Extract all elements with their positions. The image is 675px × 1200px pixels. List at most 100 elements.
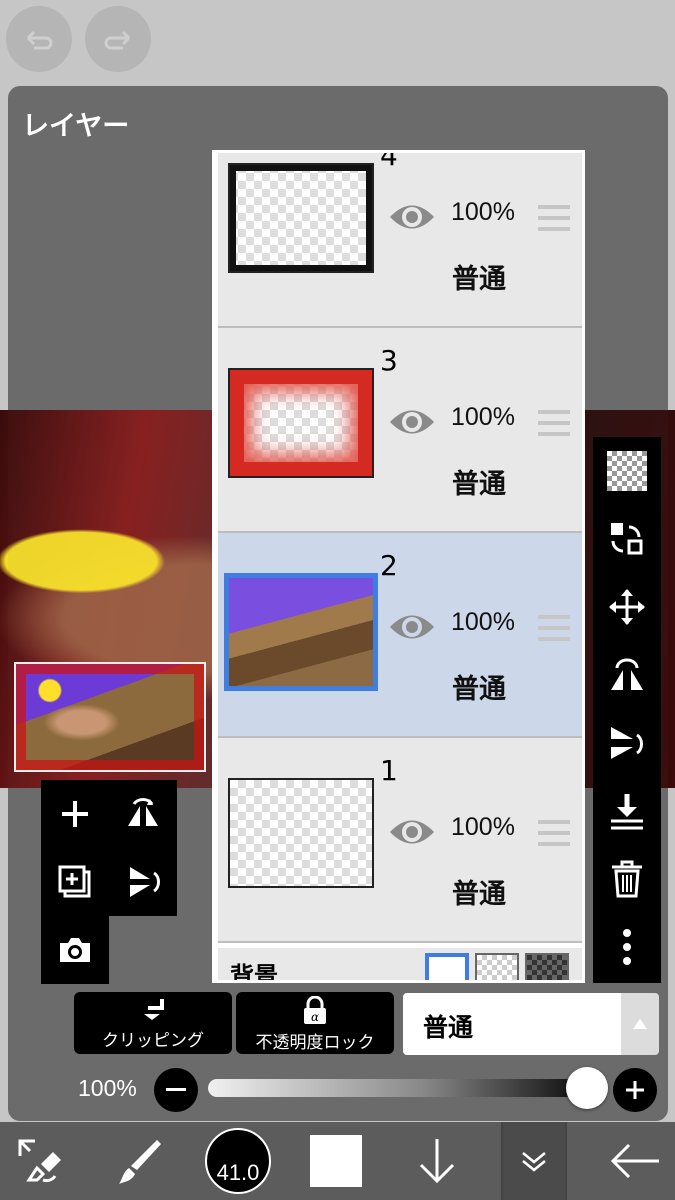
clipping-label: クリッピング [102,1031,204,1051]
swap-layer-button[interactable] [593,505,661,573]
duplicate-icon [58,865,91,898]
redo-button[interactable] [85,6,151,72]
layer-opacity-value: 100% [78,1075,137,1101]
undo-icon [26,30,53,50]
blend-mode-select[interactable]: 普通 [403,993,621,1055]
flip-vertical-button[interactable] [109,848,177,916]
eye-icon[interactable] [388,815,436,849]
layer-down-button[interactable] [398,1122,476,1200]
opacity-slider-thumb[interactable] [566,1067,608,1109]
add-layer-button[interactable] [41,780,109,848]
background-white-swatch[interactable] [425,953,469,980]
camera-button[interactable] [41,916,109,984]
blend-mode-value: 普通 [423,1013,474,1042]
more-vertical-icon [623,929,631,965]
tool-switch-button[interactable] [0,1122,80,1200]
opacity-slider-track[interactable] [208,1079,600,1097]
drag-handle-icon[interactable] [538,205,570,231]
layer-row[interactable]: 3 100% 普通 [218,328,582,533]
background-layer-row[interactable]: 背景 [218,948,582,983]
drag-handle-icon[interactable] [538,820,570,846]
delete-layer-button[interactable] [593,845,661,913]
flip-vertical-layer-button[interactable] [593,709,661,777]
layer-row-selected[interactable]: 2 100% 普通 [218,533,582,738]
lock-icon: α [304,996,326,1024]
flip-horizontal-icon [128,798,158,826]
flip-horizontal-icon [611,658,643,690]
layer-blend-mode: 普通 [452,674,506,705]
panel-title: レイヤー [22,111,130,142]
eye-icon[interactable] [388,405,436,439]
background-transparent-swatch[interactable] [475,953,519,980]
blend-mode-dropdown-button[interactable] [621,993,659,1055]
trash-icon [612,860,642,898]
brush-size-value: 41.0 [205,1128,271,1194]
layer-number: 4 [380,150,398,172]
drag-handle-icon[interactable] [538,410,570,436]
layer-row[interactable]: 4 100% 普通 [218,150,582,328]
layer-blend-mode: 普通 [452,469,506,500]
layer-row[interactable]: 1 100% 普通 [218,738,582,943]
layer-blend-mode: 普通 [452,879,506,910]
plus-icon [626,1081,644,1099]
back-button[interactable] [595,1122,675,1200]
clipping-button[interactable]: クリッピング [74,992,232,1054]
double-chevron-down-icon [522,1152,546,1172]
clipping-arrow-icon [144,999,164,1020]
plus-icon [62,801,88,827]
bottom-toolbar: 41.0 [0,1122,675,1200]
canvas-preview-thumbnail[interactable] [14,662,206,772]
eye-icon[interactable] [388,610,436,644]
transform-eraser-icon [18,1139,61,1183]
layer-list: 4 100% 普通 3 100% 普通 2 100% 普通 1 100% 普通 … [212,150,585,983]
alpha-lock-button[interactable]: α 不透明度ロック [236,992,394,1054]
svg-text:α: α [311,1010,319,1024]
right-toolbar [593,437,661,983]
layer-number: 2 [380,549,398,582]
flip-horizontal-button[interactable] [109,780,177,848]
minus-icon [166,1088,186,1091]
brush-size-button[interactable]: 41.0 [203,1122,273,1200]
brush-tool-button[interactable] [100,1122,180,1200]
arrow-left-icon [610,1143,659,1179]
merge-down-icon [611,794,643,830]
flip-vertical-icon [130,867,160,897]
flip-vertical-icon [611,727,643,759]
drag-handle-icon[interactable] [538,615,570,641]
transparency-button[interactable] [593,437,661,505]
background-dark-swatch[interactable] [525,953,569,980]
merge-down-button[interactable] [593,777,661,845]
opacity-increase-button[interactable] [613,1068,657,1112]
checker-icon [607,451,647,491]
layer-number: 3 [380,344,398,377]
layer-opacity: 100% [451,403,515,431]
layer-blend-mode: 普通 [452,264,506,295]
layers-panel-toggle-button[interactable] [501,1122,567,1200]
layer-thumbnail [224,573,378,691]
redo-icon [104,30,131,50]
triangle-up-icon [633,1019,647,1029]
background-label: 背景 [230,962,278,983]
alpha-lock-label: 不透明度ロック [255,1033,375,1053]
current-color-swatch [310,1135,362,1187]
layer-thumbnail [228,778,374,888]
layer-opacity: 100% [451,198,515,226]
color-picker-button[interactable] [300,1122,372,1200]
layer-number: 1 [380,754,398,787]
flip-horizontal-layer-button[interactable] [593,641,661,709]
eye-icon[interactable] [388,200,436,234]
swap-icon [611,523,643,555]
layer-opacity: 100% [451,813,515,841]
opacity-decrease-button[interactable] [154,1068,198,1112]
layer-opacity: 100% [451,608,515,636]
layer-thumbnail [228,368,374,478]
brush-icon [119,1140,161,1184]
camera-icon [60,938,90,962]
duplicate-layer-button[interactable] [41,848,109,916]
arrow-down-icon [419,1139,455,1184]
move-button[interactable] [593,573,661,641]
layer-thumbnail [228,163,374,273]
move-arrows-icon [609,589,645,625]
more-options-button[interactable] [593,913,661,981]
undo-button[interactable] [6,6,72,72]
